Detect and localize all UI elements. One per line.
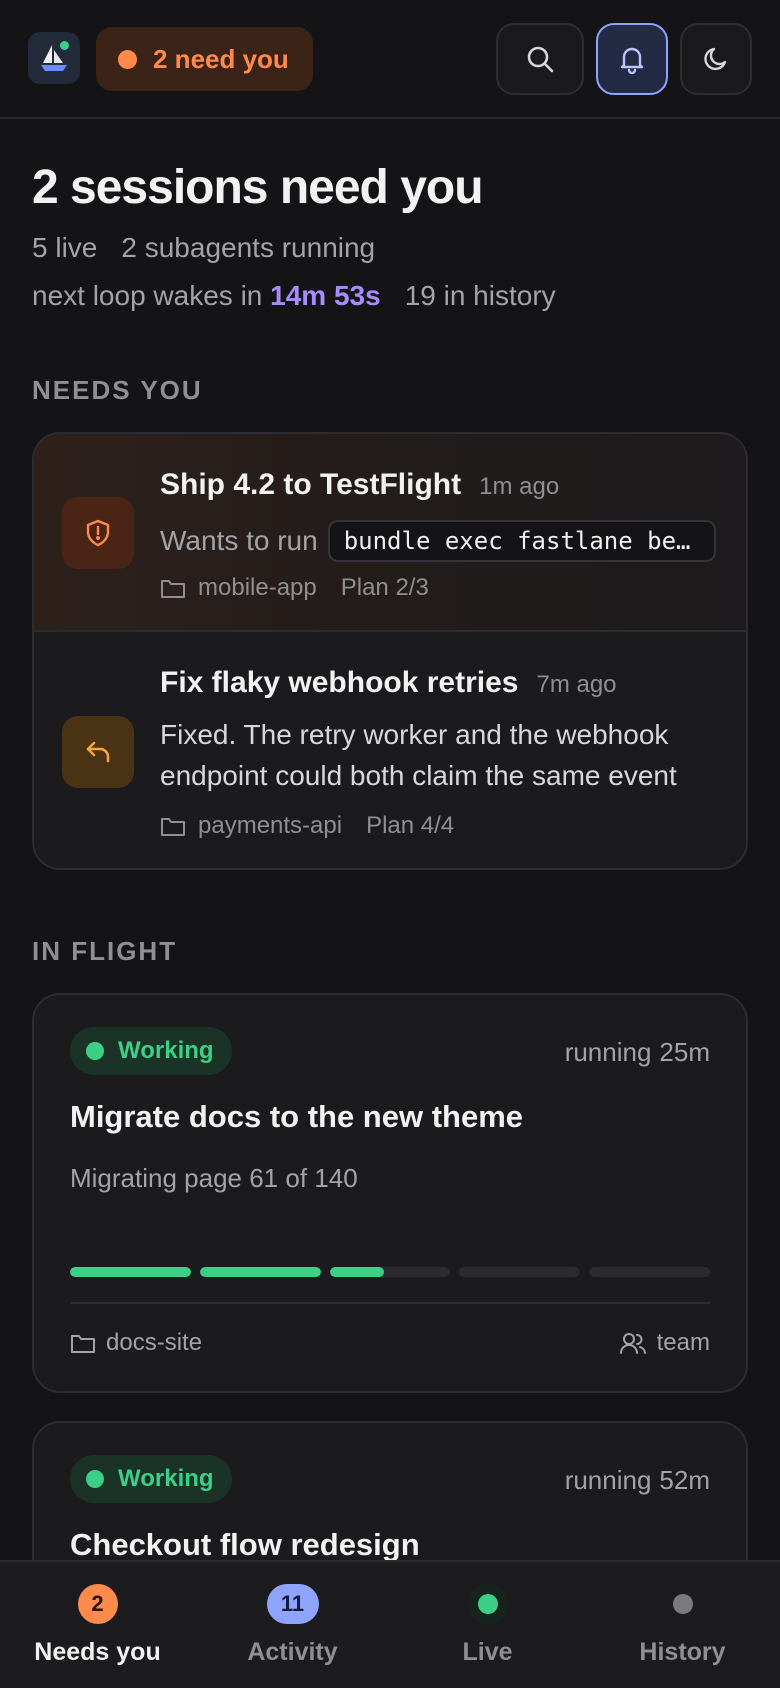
running-label: running — [564, 1465, 652, 1495]
bell-icon — [620, 47, 644, 74]
session-meta: payments-api Plan 4/4 — [160, 812, 454, 840]
nav-label: Needs you — [34, 1638, 161, 1666]
progress-segment — [589, 1267, 710, 1277]
progress-segment-fill — [199, 1267, 321, 1277]
needs-you-pill-label: 2 need you — [153, 43, 289, 74]
progress-segment — [459, 1267, 581, 1277]
live-count: 5 live — [32, 232, 98, 263]
running-time: running 52m — [565, 1465, 710, 1496]
excerpt-line: Fixed. The retry worker and the webhook — [160, 719, 669, 750]
session-title: Migrate docs to the new theme — [70, 1099, 524, 1134]
needs-you-pill[interactable]: 2 need you — [96, 27, 313, 91]
repo-name: payments-api — [198, 812, 343, 839]
divider — [70, 1302, 710, 1304]
status-badge: Working — [70, 1455, 232, 1503]
needs-you-count-badge: 2 — [77, 1584, 118, 1624]
segmented-progress-bar — [70, 1267, 710, 1277]
progress-segment-fill — [329, 1267, 384, 1277]
owner-name: team — [656, 1329, 710, 1356]
status-dot-icon — [86, 1470, 104, 1488]
plan-progress: Plan 2/3 — [340, 574, 429, 601]
live-dot-icon — [467, 1584, 508, 1624]
session-status-text: Migrating page 61 of 140 — [70, 1163, 358, 1193]
status-dot-icon — [86, 1042, 104, 1060]
progress-segment-fill — [70, 1267, 191, 1277]
session-card[interactable]: Working running 25m Migrate docs to the n… — [32, 993, 748, 1393]
session-title: Ship 4.2 to TestFlight 1m ago — [160, 468, 559, 502]
in-flight-heading: IN FLIGHT — [32, 936, 178, 966]
session-footer: docs-site team — [70, 1329, 710, 1357]
needs-you-list: Ship 4.2 to TestFlight 1m ago Wants to ru… — [32, 432, 748, 870]
repo-name: mobile-app — [198, 574, 317, 601]
owner-tag: team — [619, 1329, 710, 1357]
progress-segment — [199, 1267, 321, 1277]
search-button[interactable] — [496, 23, 584, 95]
session-age: 1m ago — [479, 473, 560, 500]
folder-icon — [71, 1335, 95, 1353]
status-badge: Working — [70, 1027, 232, 1075]
summary-loop: next loop wakes in 14m 53s 19 in history — [32, 280, 556, 312]
bottom-nav: 2 Needs you 11 Activity Live History — [0, 1560, 780, 1688]
repo-name: docs-site — [106, 1329, 203, 1356]
history-count: 19 in history — [404, 280, 556, 311]
list-item[interactable]: Ship 4.2 to TestFlight 1m ago Wants to ru… — [34, 434, 746, 632]
status-label: Working — [118, 1465, 214, 1492]
summary-counts: 5 live 2 subagents running — [32, 232, 375, 264]
nav-history[interactable]: History — [585, 1562, 780, 1688]
loop-prefix: next loop wakes in — [32, 280, 263, 311]
session-title: Checkout flow redesign — [70, 1527, 420, 1562]
session-age: 7m ago — [536, 671, 617, 698]
wants-prefix: Wants to run — [160, 525, 318, 556]
command-chip: bundle exec fastlane beta — [327, 520, 716, 562]
nav-live[interactable]: Live — [390, 1562, 585, 1688]
reply-icon — [86, 741, 110, 763]
excerpt-line: endpoint could both claim the same event — [160, 760, 677, 791]
progress-segment — [329, 1267, 451, 1277]
progress-segment — [70, 1267, 191, 1277]
list-item[interactable]: Fix flaky webhook retries 7m ago Fixed. T… — [34, 632, 746, 868]
plan-progress: Plan 4/4 — [366, 812, 455, 839]
nav-label: Activity — [247, 1638, 338, 1666]
session-title-text: Ship 4.2 to TestFlight — [160, 468, 462, 501]
app-logo[interactable] — [28, 32, 80, 84]
alert-dot-icon — [118, 49, 137, 69]
running-duration: 25m — [659, 1037, 710, 1067]
page-title: 2 sessions need you — [32, 161, 484, 214]
session-title-text: Fix flaky webhook retries — [160, 666, 519, 699]
loop-countdown: 14m 53s — [270, 280, 381, 311]
nav-label: History — [639, 1638, 726, 1666]
nav-label: Live — [462, 1638, 513, 1666]
session-meta: mobile-app Plan 2/3 — [160, 574, 429, 602]
moon-icon — [704, 47, 727, 71]
running-label: running — [564, 1037, 652, 1067]
nav-activity[interactable]: 11 Activity — [195, 1562, 390, 1688]
nav-needs-you[interactable]: 2 Needs you — [0, 1562, 195, 1688]
online-dot-icon — [60, 41, 69, 50]
repo-tag: docs-site — [70, 1329, 202, 1357]
running-time: running 25m — [565, 1037, 710, 1068]
session-excerpt: Fixed. The retry worker and the webhook … — [160, 714, 720, 796]
theme-toggle-button[interactable] — [680, 23, 752, 95]
activity-count-badge: 11 — [266, 1584, 319, 1624]
folder-icon — [161, 818, 185, 836]
status-label: Working — [118, 1037, 214, 1064]
shield-alert-icon — [86, 519, 110, 547]
history-dot-icon — [663, 1584, 703, 1624]
row-icon-badge — [62, 716, 134, 788]
permission-request: Wants to run bundle exec fastlane beta — [160, 520, 716, 562]
running-duration: 52m — [659, 1465, 710, 1495]
search-icon — [527, 46, 554, 73]
subagent-count: 2 subagents running — [121, 232, 376, 263]
users-icon — [619, 1333, 646, 1354]
top-bar: 2 need you — [0, 0, 780, 119]
session-title: Fix flaky webhook retries 7m ago — [160, 666, 617, 700]
notifications-button[interactable] — [596, 23, 668, 95]
folder-icon — [161, 580, 185, 598]
needs-you-heading: NEEDS YOU — [32, 375, 203, 405]
row-icon-badge — [62, 497, 134, 569]
